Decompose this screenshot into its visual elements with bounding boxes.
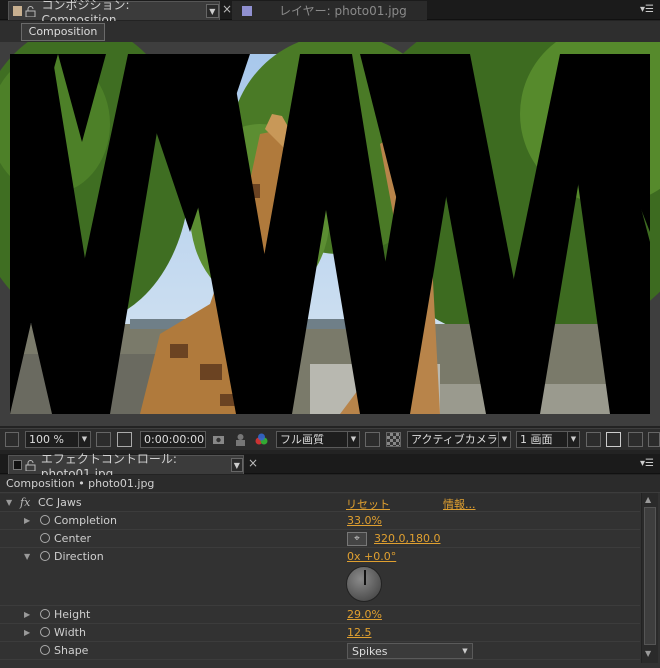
property-row-shape: Shape Spikes ▼ bbox=[0, 642, 640, 660]
about-link[interactable]: 情報... bbox=[443, 496, 476, 512]
height-value[interactable]: 29.0% bbox=[347, 608, 382, 621]
scroll-up-icon[interactable]: ▲ bbox=[645, 495, 651, 504]
chevron-down-icon: ▼ bbox=[567, 432, 579, 447]
stopwatch-icon[interactable] bbox=[40, 551, 50, 561]
direction-dial[interactable] bbox=[346, 566, 382, 602]
zoom-value: 100 % bbox=[29, 433, 64, 446]
tab-effect-controls[interactable]: エフェクトコントロール: photo01.jpg ▼ bbox=[8, 452, 244, 481]
property-label: Center bbox=[54, 532, 92, 545]
camera-dropdown[interactable]: アクティブカメラ ▼ bbox=[407, 431, 511, 448]
width-value[interactable]: 12.5 bbox=[347, 626, 372, 639]
stopwatch-icon[interactable] bbox=[40, 609, 50, 619]
stopwatch-icon[interactable] bbox=[40, 645, 50, 655]
effect-header-row[interactable]: ▼ fx CC Jaws リセット 情報... bbox=[0, 494, 640, 512]
transparency-grid-icon[interactable] bbox=[386, 432, 401, 447]
stopwatch-icon[interactable] bbox=[40, 627, 50, 637]
channel-rgb-icon[interactable] bbox=[254, 432, 269, 447]
property-label: Direction bbox=[54, 550, 104, 563]
tab-dropdown-icon[interactable]: ▼ bbox=[230, 458, 243, 472]
toggle-pixel-aspect-icon[interactable] bbox=[586, 432, 601, 447]
shape-value: Spikes bbox=[352, 645, 388, 658]
stopwatch-icon[interactable] bbox=[40, 515, 50, 525]
region-of-interest-icon[interactable] bbox=[365, 432, 380, 447]
tab-layer[interactable]: レイヤー: photo01.jpg bbox=[232, 1, 427, 20]
chevron-down-icon: ▼ bbox=[347, 432, 359, 447]
always-preview-icon[interactable] bbox=[5, 432, 19, 447]
zoom-dropdown[interactable]: 100 % ▼ bbox=[25, 431, 91, 448]
lock-icon[interactable] bbox=[25, 5, 36, 17]
effect-controls-tab-bar: エフェクトコントロール: photo01.jpg ▼ × ▾☰ bbox=[0, 452, 660, 481]
tab-dropdown-icon[interactable]: ▼ bbox=[205, 4, 219, 18]
timeline-icon[interactable] bbox=[628, 432, 643, 447]
lock-icon[interactable] bbox=[25, 459, 36, 471]
property-label: Height bbox=[54, 608, 91, 621]
mask-visibility-icon[interactable] bbox=[117, 432, 132, 447]
breadcrumb: Composition • photo01.jpg bbox=[6, 477, 155, 490]
expand-triangle-icon[interactable]: ▶ bbox=[24, 610, 30, 619]
property-label: Completion bbox=[54, 514, 118, 527]
safe-zones-icon[interactable] bbox=[96, 432, 111, 447]
fx-icon[interactable]: fx bbox=[20, 496, 30, 509]
show-snapshot-icon[interactable] bbox=[233, 432, 248, 447]
property-row-completion: ▶ Completion 33.0% bbox=[0, 512, 640, 530]
snapshot-camera-icon[interactable] bbox=[211, 432, 226, 447]
chevron-down-icon: ▼ bbox=[462, 647, 468, 655]
center-value[interactable]: 320.0,180.0 bbox=[374, 532, 440, 545]
resolution-value: フル画質 bbox=[280, 433, 324, 446]
property-row-center: Center ⌖ 320.0,180.0 bbox=[0, 530, 640, 548]
composition-viewer[interactable] bbox=[0, 4, 660, 426]
property-label: Width bbox=[54, 626, 86, 639]
tab-layer-label: レイヤー: photo01.jpg bbox=[279, 4, 407, 18]
reset-link[interactable]: リセット bbox=[346, 496, 390, 512]
fast-previews-icon[interactable] bbox=[606, 432, 621, 447]
resolution-dropdown[interactable]: フル画質 ▼ bbox=[276, 431, 360, 448]
property-row-direction: ▼ Direction 0x +0.0° bbox=[0, 548, 640, 606]
camera-value: アクティブカメラ bbox=[411, 433, 498, 446]
completion-value[interactable]: 33.0% bbox=[347, 514, 382, 527]
viewer-canvas bbox=[0, 4, 660, 414]
shape-dropdown[interactable]: Spikes ▼ bbox=[347, 643, 473, 659]
close-tab-icon[interactable]: × bbox=[248, 456, 258, 470]
views-value: 1 画面 bbox=[520, 433, 553, 446]
expand-triangle-icon[interactable]: ▶ bbox=[24, 628, 30, 637]
effect-name: CC Jaws bbox=[38, 496, 82, 509]
views-dropdown[interactable]: 1 画面 ▼ bbox=[516, 431, 580, 448]
chevron-down-icon: ▼ bbox=[78, 432, 90, 447]
property-row-height: ▶ Height 29.0% bbox=[0, 606, 640, 624]
expand-triangle-icon[interactable]: ▶ bbox=[24, 516, 30, 525]
property-label: Shape bbox=[54, 644, 89, 657]
collapse-triangle-icon[interactable]: ▼ bbox=[24, 552, 30, 561]
scroll-thumb[interactable] bbox=[644, 507, 656, 645]
tab-composition[interactable]: コンポジション: Composition ▼ bbox=[8, 0, 220, 27]
direction-value[interactable]: 0x +0.0° bbox=[347, 550, 396, 563]
stopwatch-icon[interactable] bbox=[40, 533, 50, 543]
timecode-field[interactable]: 0:00:00:00 bbox=[140, 431, 206, 448]
breadcrumb-bar: Composition • photo01.jpg bbox=[0, 475, 660, 493]
crosshair-icon[interactable]: ⌖ bbox=[347, 532, 367, 546]
effect-panel-swatch bbox=[13, 460, 22, 470]
expand-triangle-icon[interactable]: ▼ bbox=[6, 498, 12, 507]
composition-tab-bar: コンポジション: Composition ▼ × レイヤー: photo01.j… bbox=[0, 0, 660, 27]
effect-panel-scrollbar[interactable]: ▲ ▼ bbox=[641, 493, 658, 663]
panel-menu-icon[interactable]: ▾☰ bbox=[640, 4, 654, 15]
scroll-down-icon[interactable]: ▼ bbox=[645, 649, 651, 658]
comp-color-swatch bbox=[13, 6, 23, 16]
composition-nav-button[interactable]: Composition bbox=[21, 23, 105, 41]
close-tab-icon[interactable]: × bbox=[222, 2, 232, 16]
panel-menu-icon[interactable]: ▾☰ bbox=[640, 458, 654, 469]
layer-color-swatch bbox=[242, 5, 252, 16]
viewer-footer: 100 % ▼ 0:00:00:00 フル画質 ▼ アクティブカメラ ▼ 1 画… bbox=[0, 428, 660, 450]
chevron-down-icon: ▼ bbox=[498, 432, 510, 447]
dial-indicator bbox=[364, 570, 366, 585]
flowchart-icon[interactable] bbox=[648, 432, 660, 447]
property-row-width: ▶ Width 12.5 bbox=[0, 624, 640, 642]
effect-controls-panel: Composition • photo01.jpg ▼ fx CC Jaws リ… bbox=[0, 475, 660, 668]
